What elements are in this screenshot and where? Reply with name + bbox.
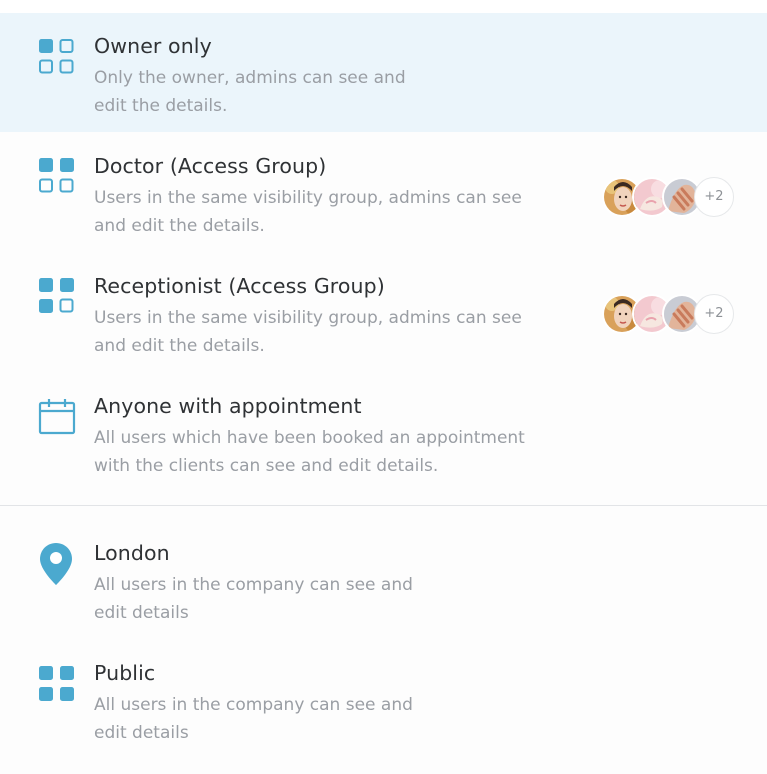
option-title: London — [94, 541, 170, 565]
member-avatars[interactable]: +2 — [602, 294, 734, 334]
location-pin-icon — [40, 543, 72, 585]
section-divider — [0, 505, 767, 506]
option-description: All users in the company can see and edi… — [94, 695, 413, 743]
calendar-icon — [38, 399, 76, 435]
grid-filled-icon — [39, 666, 74, 701]
option-description: All users which have been booked an appo… — [94, 428, 525, 476]
more-members-count: +2 — [694, 294, 734, 334]
top-spacer — [0, 0, 767, 13]
member-avatars[interactable]: +2 — [602, 177, 734, 217]
grid-mostly-filled-icon — [39, 278, 74, 313]
option-title: Receptionist (Access Group) — [94, 274, 385, 298]
option-london[interactable]: London All users in the company can see … — [0, 520, 767, 640]
option-receptionist-access-group[interactable]: Receptionist (Access Group) Users in the… — [0, 252, 767, 372]
option-title: Public — [94, 661, 156, 685]
grid-outline-icon — [39, 39, 74, 74]
visibility-options-panel: Owner only Only the owner, admins can se… — [0, 0, 767, 774]
option-owner-only[interactable]: Owner only Only the owner, admins can se… — [0, 13, 767, 132]
option-title: Doctor (Access Group) — [94, 154, 327, 178]
option-anyone-with-appointment[interactable]: Anyone with appointment All users which … — [0, 372, 767, 492]
option-title: Anyone with appointment — [94, 394, 362, 418]
option-description: All users in the company can see and edi… — [94, 575, 413, 623]
grid-half-filled-icon — [39, 158, 74, 193]
more-members-count: +2 — [694, 177, 734, 217]
option-doctor-access-group[interactable]: Doctor (Access Group) Users in the same … — [0, 132, 767, 252]
option-description: Only the owner, admins can see and edit … — [94, 68, 406, 116]
option-description: Users in the same visibility group, admi… — [94, 188, 522, 236]
option-description: Users in the same visibility group, admi… — [94, 308, 522, 356]
option-public[interactable]: Public All users in the company can see … — [0, 640, 767, 760]
option-title: Owner only — [94, 34, 212, 58]
